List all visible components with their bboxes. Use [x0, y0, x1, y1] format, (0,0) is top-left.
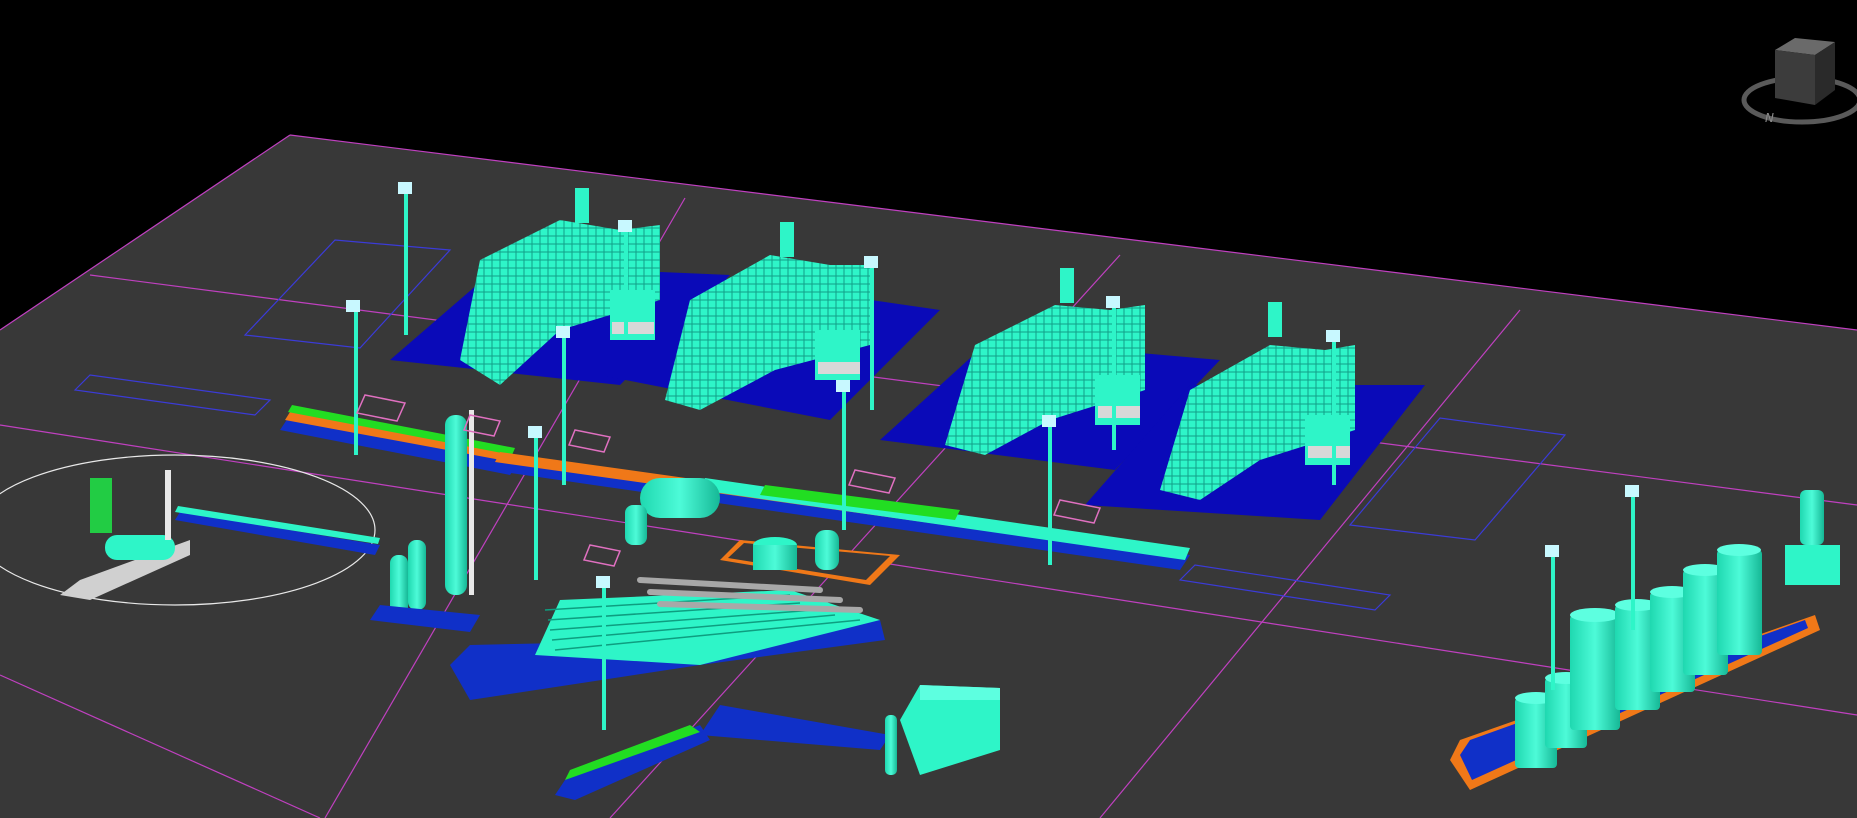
compass-north-label[interactable]: N: [1765, 111, 1774, 125]
viewcube[interactable]: N: [1740, 20, 1857, 135]
cad-3d-viewport[interactable]: [0, 0, 1857, 818]
viewcube-icon[interactable]: [1775, 38, 1835, 105]
